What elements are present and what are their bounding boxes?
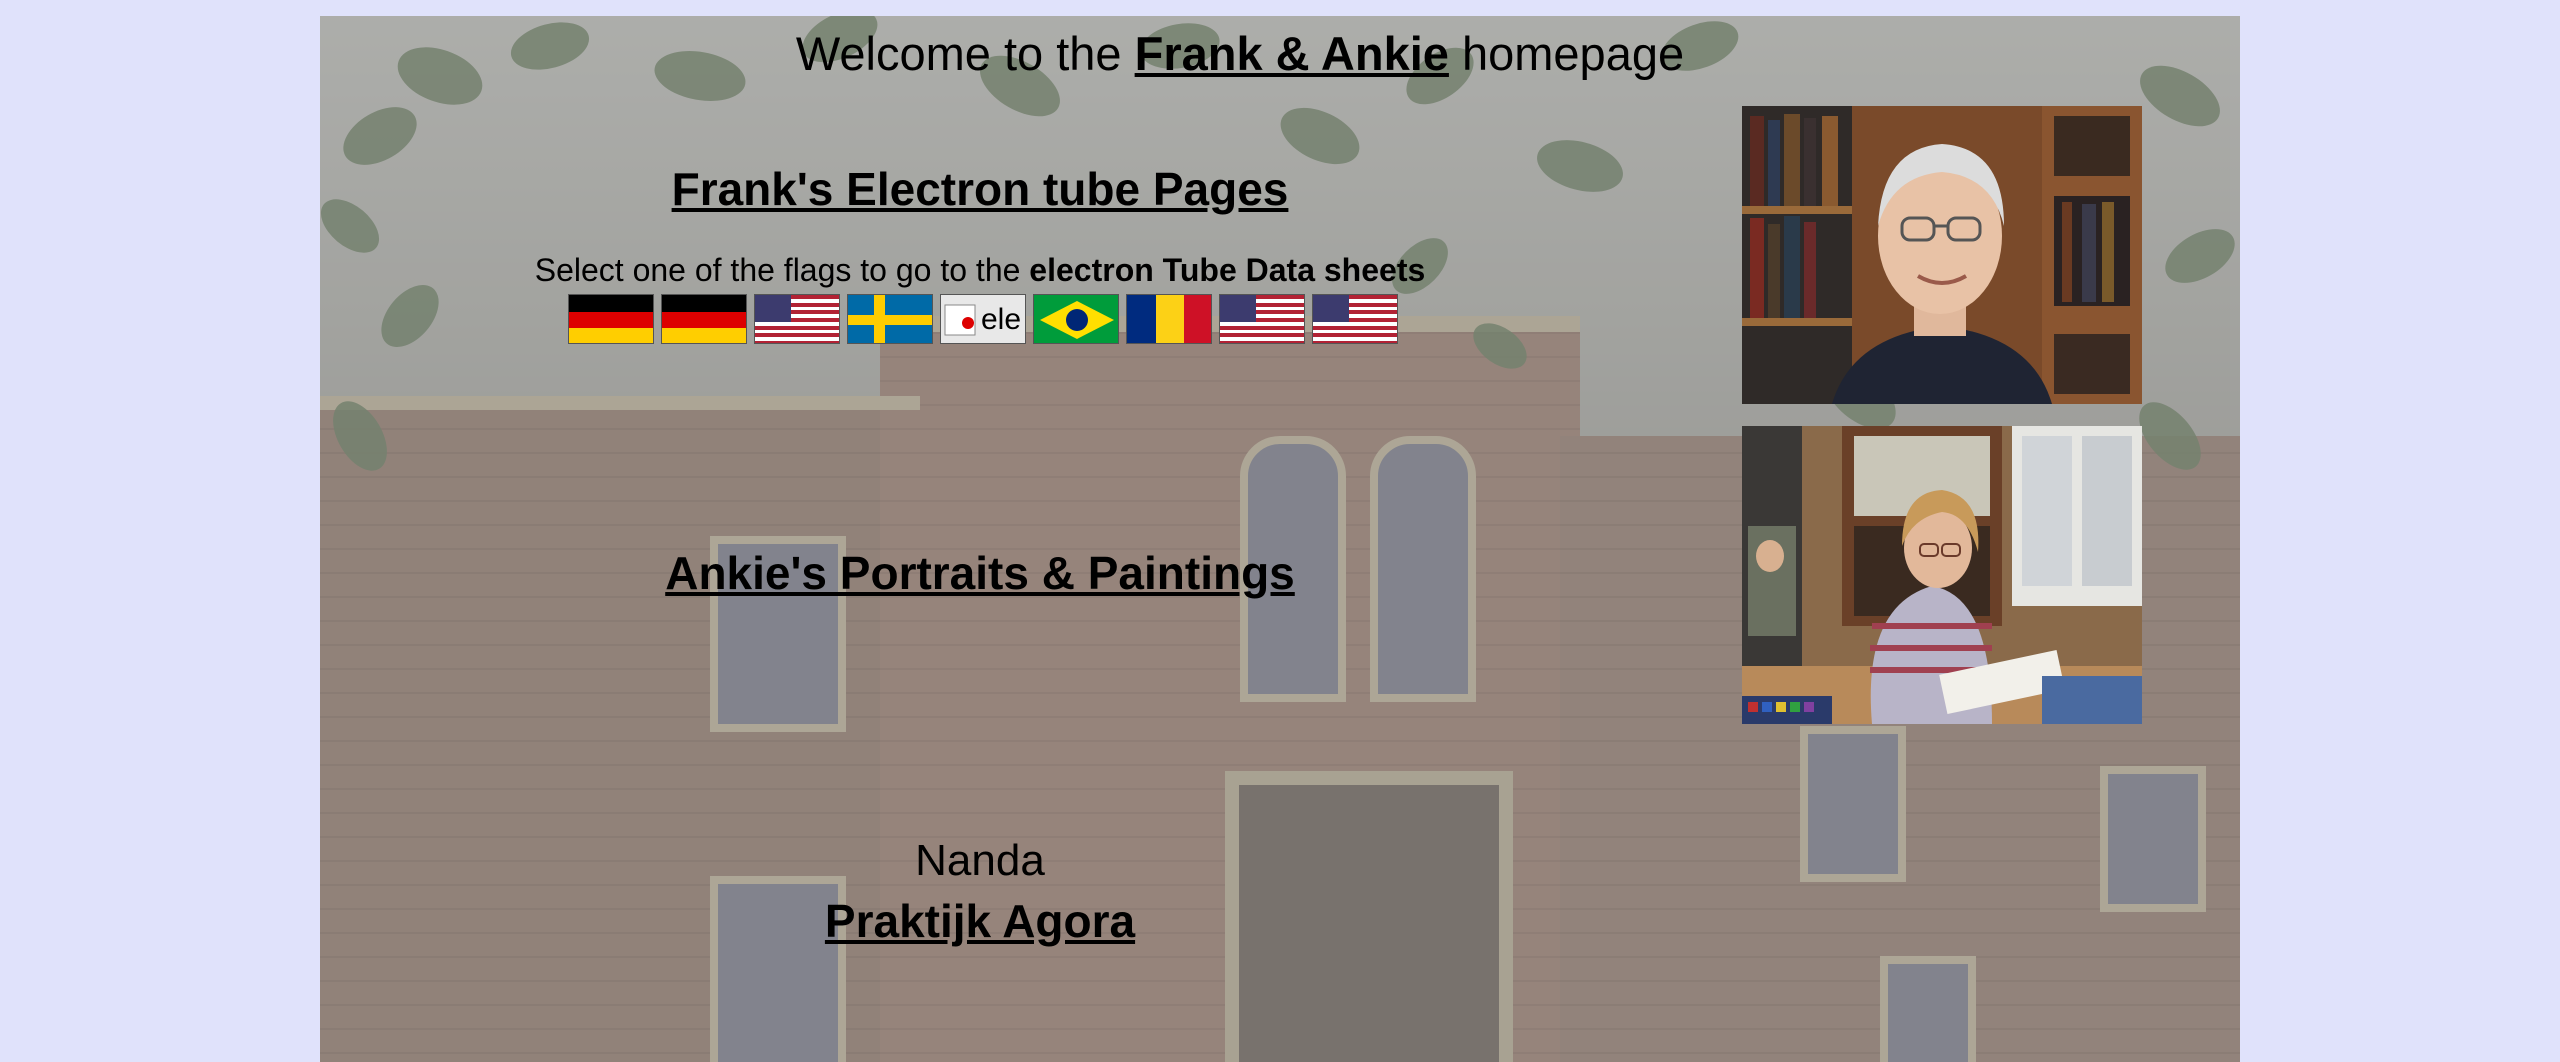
frank-photo[interactable] xyxy=(1742,106,2142,404)
japanese-flag-broken-image[interactable]: ele xyxy=(940,294,1026,344)
ankie-photo[interactable] xyxy=(1742,426,2142,724)
welcome-heading: Welcome to the Frank & Ankie homepage xyxy=(440,26,2040,81)
frank-electron-tube-link[interactable]: Frank's Electron tube Pages xyxy=(660,162,1300,216)
flag-instruction-text: Select one of the flags to go to the ele… xyxy=(320,252,1640,289)
german-flag-icon[interactable] xyxy=(568,294,654,344)
flag-row: ele xyxy=(568,294,1398,344)
flag-instruction-prefix: Select one of the flags to go to the xyxy=(534,252,1030,288)
flag-instruction-bold: electron Tube Data sheets xyxy=(1029,252,1426,288)
us-flag-icon[interactable] xyxy=(1312,294,1398,344)
frank-ankie-link[interactable]: Frank & Ankie xyxy=(1135,27,1449,80)
praktijk-agora-link[interactable]: Praktijk Agora xyxy=(780,894,1180,948)
brazilian-flag-icon[interactable] xyxy=(1033,294,1119,344)
page-frame: Welcome to the Frank & Ankie homepage Fr… xyxy=(320,16,2240,1062)
us-flag-icon[interactable] xyxy=(754,294,840,344)
swedish-flag-icon[interactable] xyxy=(847,294,933,344)
welcome-prefix: Welcome to the xyxy=(795,27,1135,80)
ankie-portraits-link[interactable]: Ankie's Portraits & Paintings xyxy=(650,546,1310,600)
us-flag-icon[interactable] xyxy=(1219,294,1305,344)
nanda-label: Nanda xyxy=(915,836,1045,885)
flag-alt-text: ele xyxy=(981,303,1022,336)
german-flag-icon[interactable] xyxy=(661,294,747,344)
romanian-flag-icon[interactable] xyxy=(1126,294,1212,344)
welcome-suffix: homepage xyxy=(1448,27,1685,80)
